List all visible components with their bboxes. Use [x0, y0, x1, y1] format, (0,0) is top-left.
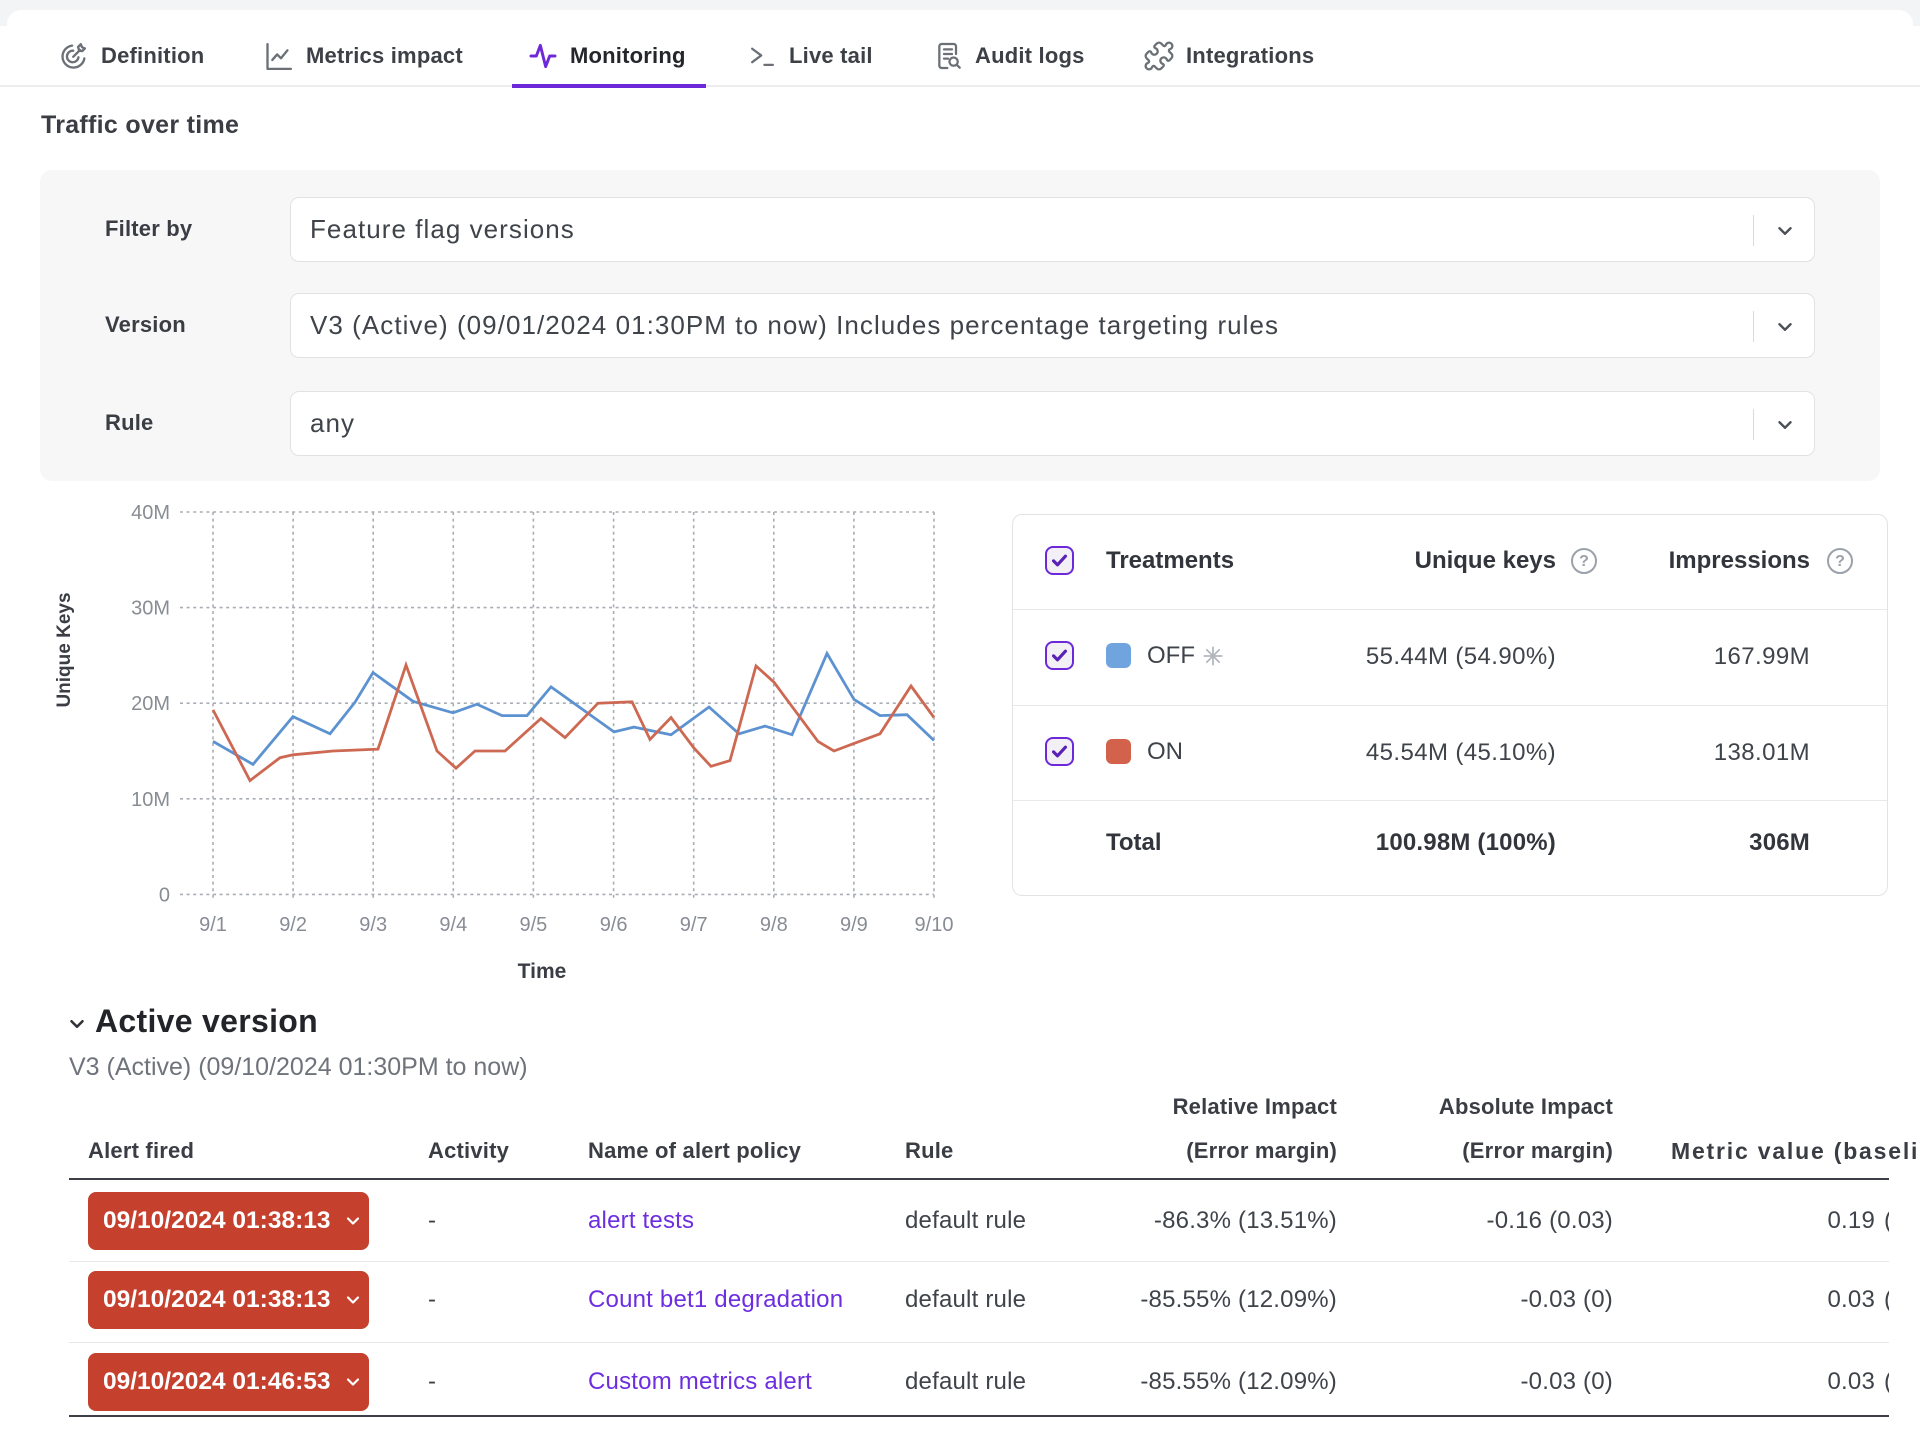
svg-text:9/5: 9/5	[519, 914, 547, 936]
svg-text:10M: 10M	[131, 789, 170, 811]
svg-text:Time: Time	[518, 960, 567, 983]
svg-text:9/4: 9/4	[439, 914, 467, 936]
svg-text:0: 0	[159, 884, 170, 906]
svg-text:Unique Keys: Unique Keys	[54, 592, 75, 707]
svg-text:20M: 20M	[131, 693, 170, 715]
svg-text:9/9: 9/9	[840, 914, 868, 936]
svg-text:9/7: 9/7	[680, 914, 708, 936]
svg-text:9/10: 9/10	[915, 914, 954, 936]
svg-text:9/3: 9/3	[359, 914, 387, 936]
svg-text:30M: 30M	[131, 598, 170, 620]
svg-text:9/1: 9/1	[199, 914, 227, 936]
svg-text:9/6: 9/6	[600, 914, 628, 936]
svg-text:40M: 40M	[131, 502, 170, 524]
svg-text:9/2: 9/2	[279, 914, 307, 936]
svg-text:9/8: 9/8	[760, 914, 788, 936]
